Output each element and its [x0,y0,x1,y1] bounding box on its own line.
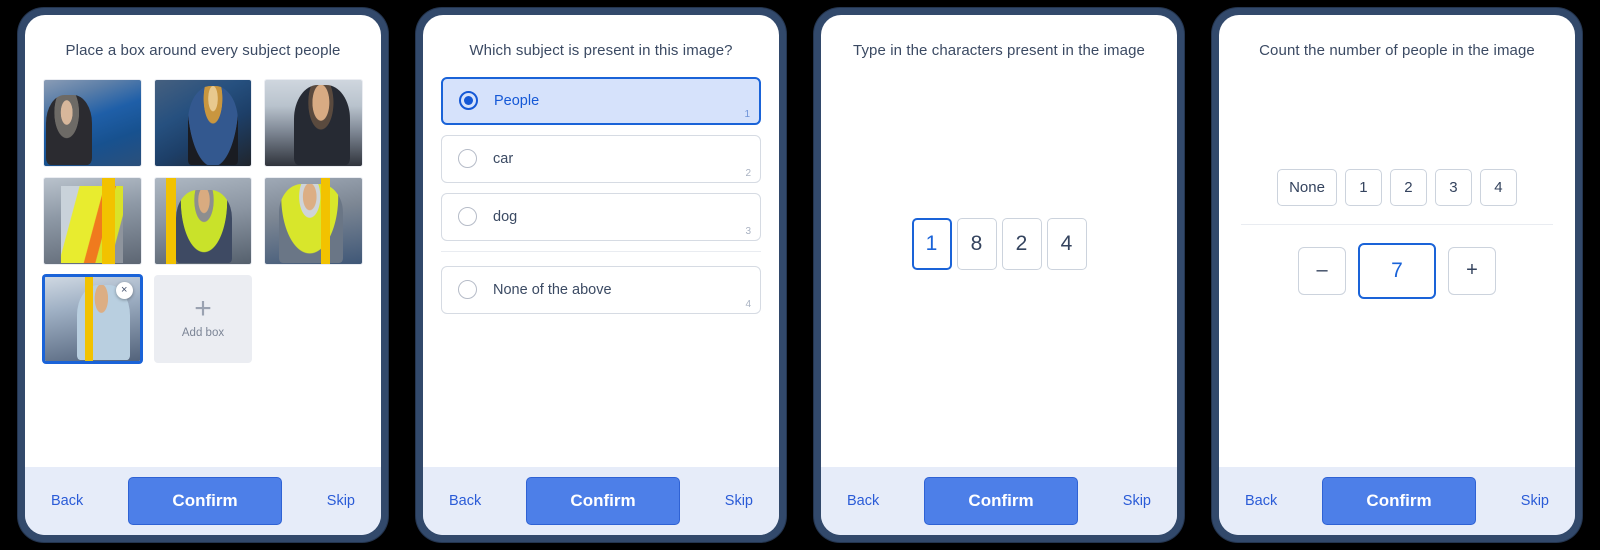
quick-count-row: None 1 2 3 4 [1219,168,1575,206]
task-body-counting: Count the number of people in the image … [1219,15,1575,467]
device-frame-counting: Count the number of people in the image … [1212,8,1582,542]
footer-bar: Back Confirm Skip [821,467,1177,535]
list-item[interactable] [264,176,363,265]
character-input-1[interactable] [911,217,952,270]
skip-button[interactable]: Skip [1119,487,1155,515]
option-label: dog [493,208,518,225]
quick-count-1[interactable]: 1 [1344,168,1382,206]
photo-thumbnail [265,79,362,166]
list-item-selected[interactable]: × [43,274,142,363]
quantity-stepper: – + [1219,242,1575,299]
option-dog[interactable]: dog 3 [441,192,761,241]
task-body-transcription: Type in the characters present in the im… [821,15,1177,467]
list-item[interactable] [153,78,253,167]
list-item[interactable] [43,78,142,167]
page-title: Type in the characters present in the im… [853,42,1145,59]
footer-bar: Back Confirm Skip [25,467,381,535]
option-list: People 1 car 2 dog 3 None of the above 4 [423,61,779,324]
quick-count-3[interactable]: 3 [1434,168,1472,206]
skip-button[interactable]: Skip [721,487,757,515]
option-people[interactable]: People 1 [441,76,761,125]
back-button[interactable]: Back [47,487,87,515]
photo-thumbnail [265,177,362,264]
quick-count-4[interactable]: 4 [1479,168,1517,206]
confirm-button[interactable]: Confirm [924,477,1079,525]
divider [1241,223,1553,225]
count-input[interactable] [1358,242,1436,299]
page-title: Count the number of people in the image [1259,42,1535,59]
screen-bounding-box: Place a box around every subject people … [25,15,381,535]
option-car[interactable]: car 2 [441,134,761,183]
option-label: car [493,150,514,167]
radio-icon [458,280,477,299]
option-shortcut: 1 [744,108,750,120]
option-none-of-the-above[interactable]: None of the above 4 [441,265,761,314]
quick-count-none[interactable]: None [1277,168,1337,206]
character-input-group [821,61,1177,468]
radio-icon [459,91,478,110]
task-body-bounding-box: Place a box around every subject people … [25,15,381,467]
character-input-3[interactable] [1001,217,1042,270]
add-box-button[interactable]: + Add box [153,274,253,363]
close-icon[interactable]: × [115,281,133,299]
divider [441,250,761,252]
photo-thumbnail [44,177,141,264]
radio-icon [458,207,477,226]
back-button[interactable]: Back [843,487,883,515]
photo-thumbnail [154,177,252,264]
confirm-button[interactable]: Confirm [526,477,681,525]
character-input-4[interactable] [1046,217,1087,270]
decrement-button[interactable]: – [1298,246,1346,295]
photo-thumbnail [154,79,252,166]
add-box-label: Add box [181,326,225,339]
plus-icon: + [194,291,212,325]
screen-counting: Count the number of people in the image … [1219,15,1575,535]
footer-bar: Back Confirm Skip [423,467,779,535]
photo-thumbnail [44,79,141,166]
device-frame-bounding-box: Place a box around every subject people … [18,8,388,542]
back-button[interactable]: Back [445,487,485,515]
footer-bar: Back Confirm Skip [1219,467,1575,535]
option-shortcut: 4 [745,298,751,310]
option-shortcut: 2 [745,167,751,179]
count-controls: None 1 2 3 4 – + [1219,61,1575,468]
panel-row: Place a box around every subject people … [0,0,1600,550]
page-title: Which subject is present in this image? [469,42,733,59]
skip-button[interactable]: Skip [323,487,359,515]
quick-count-2[interactable]: 2 [1389,168,1427,206]
confirm-button[interactable]: Confirm [1322,477,1477,525]
screen-single-choice: Which subject is present in this image? … [423,15,779,535]
back-button[interactable]: Back [1241,487,1281,515]
option-label: None of the above [493,281,612,298]
increment-button[interactable]: + [1448,246,1496,295]
bounding-box-grid: × + Add box [25,61,381,363]
character-input-2[interactable] [956,217,997,270]
option-label: People [494,92,540,109]
list-item[interactable] [264,78,363,167]
device-frame-single-choice: Which subject is present in this image? … [416,8,786,542]
confirm-button[interactable]: Confirm [128,477,283,525]
page-title: Place a box around every subject people [65,42,341,59]
task-body-single-choice: Which subject is present in this image? … [423,15,779,467]
option-shortcut: 3 [745,225,751,237]
skip-button[interactable]: Skip [1517,487,1553,515]
list-item[interactable] [43,176,142,265]
screen-transcription: Type in the characters present in the im… [821,15,1177,535]
list-item[interactable] [153,176,253,265]
device-frame-transcription: Type in the characters present in the im… [814,8,1184,542]
radio-icon [458,149,477,168]
